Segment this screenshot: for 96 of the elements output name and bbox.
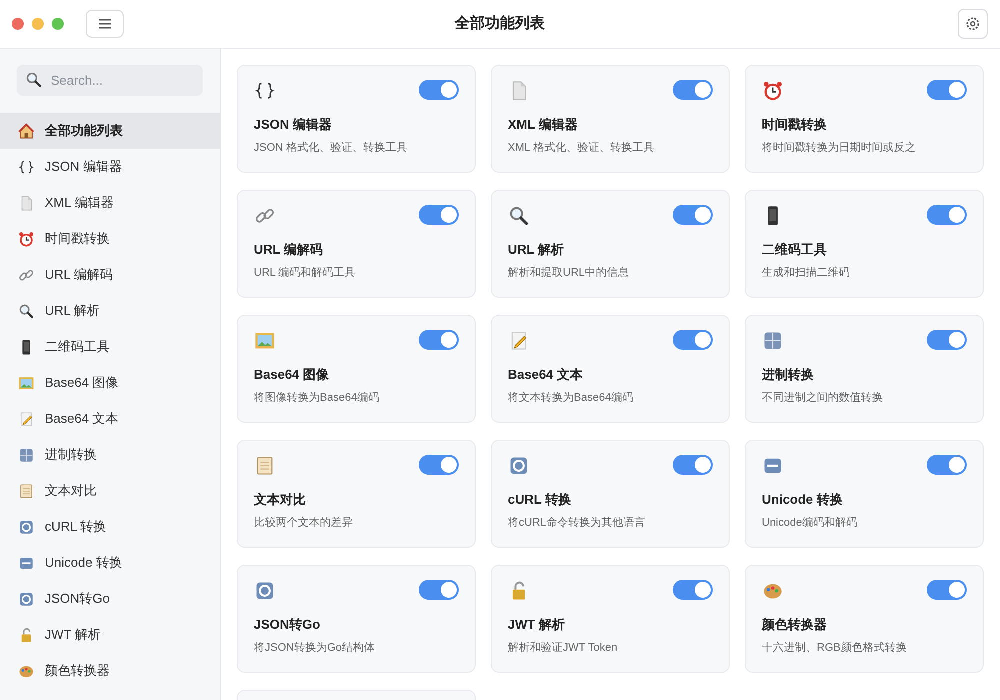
- memo-icon: [18, 410, 35, 428]
- card-description: XML 格式化、验证、转换工具: [508, 140, 656, 156]
- sidebar-item[interactable]: 文本对比: [0, 473, 220, 509]
- card-title: JSON 编辑器: [254, 116, 334, 134]
- sidebar-item[interactable]: URL 解析: [0, 293, 220, 329]
- toggle-switch[interactable]: [419, 205, 459, 225]
- sidebar-item[interactable]: JSON 编辑器: [0, 149, 220, 185]
- card-description: 将时间戳转换为日期时间或反之: [762, 140, 917, 156]
- tool-card[interactable]: 时间戳转换 将时间戳转换为日期时间或反之: [745, 65, 984, 173]
- close-button[interactable]: [12, 18, 24, 30]
- card-description: 不同进制之间的数值转换: [762, 390, 884, 406]
- search-icon: [508, 205, 530, 227]
- tool-card[interactable]: Base64 文本 将文本转换为Base64编码: [491, 315, 730, 423]
- card-title: URL 解析: [508, 241, 566, 259]
- toggle-switch[interactable]: [927, 580, 967, 600]
- card-description: 将JSON转换为Go结构体: [254, 640, 376, 656]
- sidebar-item[interactable]: 时间戳转换: [0, 221, 220, 257]
- card-title: cURL 转换: [508, 491, 572, 509]
- tool-card[interactable]: JWT 解析 解析和验证JWT Token: [491, 565, 730, 673]
- card-description: 比较两个文本的差异: [254, 516, 354, 530]
- sidebar-item[interactable]: Base64 文本: [0, 401, 220, 437]
- search-icon: [18, 302, 35, 320]
- sidebar-item[interactable]: 二维码工具: [0, 329, 220, 365]
- toggle-switch[interactable]: [927, 205, 967, 225]
- window-title: 全部功能列表: [455, 14, 545, 34]
- card-title: Base64 文本: [508, 366, 584, 384]
- card-title: XML 编辑器: [508, 116, 579, 134]
- picture-icon: [18, 374, 35, 392]
- toggle-switch[interactable]: [673, 80, 713, 100]
- braces-icon: [254, 80, 276, 102]
- alarm-clock-icon: [762, 80, 784, 102]
- card-title: 颜色转换器: [762, 616, 828, 634]
- tool-card[interactable]: 颜色转换器 十六进制、RGB颜色格式转换: [745, 565, 984, 673]
- tool-card[interactable]: URL 解析 解析和提取URL中的信息: [491, 190, 730, 298]
- sidebar-item[interactable]: Unicode 转换: [0, 545, 220, 581]
- sidebar-item[interactable]: cURL 转换: [0, 509, 220, 545]
- card-description: 将文本转换为Base64编码: [508, 390, 634, 406]
- sidebar-item[interactable]: JWT 解析: [0, 617, 220, 653]
- clipboard-icon: [18, 482, 35, 500]
- card-description: Unicode编码和解码: [762, 516, 858, 530]
- settings-button[interactable]: [958, 9, 988, 39]
- toggle-switch[interactable]: [419, 80, 459, 100]
- toggle-switch[interactable]: [673, 205, 713, 225]
- tool-card[interactable]: URL 编解码 URL 编码和解码工具: [237, 190, 476, 298]
- settings-icon: [965, 16, 981, 32]
- card-description: 将图像转换为Base64编码: [254, 390, 380, 406]
- tool-card[interactable]: Unicode 转换 Unicode编码和解码: [745, 440, 984, 548]
- tool-card[interactable]: Base64 图像 将图像转换为Base64编码: [237, 315, 476, 423]
- card-title: URL 编解码: [254, 241, 324, 259]
- toggle-switch[interactable]: [927, 455, 967, 475]
- toggle-switch[interactable]: [673, 330, 713, 350]
- search-field[interactable]: Search...: [17, 65, 203, 96]
- tool-card[interactable]: 进制转换 不同进制之间的数值转换: [745, 315, 984, 423]
- card-description: 解析和提取URL中的信息: [508, 266, 630, 280]
- card-title: JWT 解析: [508, 616, 566, 634]
- card-description: 将cURL命令转换为其他语言: [508, 516, 647, 530]
- minimize-button[interactable]: [32, 18, 44, 30]
- card-title: 文本对比: [254, 491, 307, 509]
- card-description: 解析和验证JWT Token: [508, 640, 619, 656]
- sidebar-item[interactable]: Base64 图像: [0, 365, 220, 401]
- tool-card[interactable]: 文本对比 比较两个文本的差异: [237, 440, 476, 548]
- search-icon: [25, 71, 43, 89]
- toggle-switch[interactable]: [673, 455, 713, 475]
- tool-card[interactable]: 二维码工具 生成和扫描二维码: [745, 190, 984, 298]
- house-icon: [18, 122, 35, 140]
- card-description: URL 编码和解码工具: [254, 266, 357, 280]
- card-title: 时间戳转换: [762, 116, 828, 134]
- tool-card[interactable]: cURL 转换 将cURL命令转换为其他语言: [491, 440, 730, 548]
- card-description: 生成和扫描二维码: [762, 266, 851, 280]
- sidebar-item[interactable]: JSON转Go: [0, 581, 220, 617]
- card-title: Base64 图像: [254, 366, 330, 384]
- zoom-button[interactable]: [52, 18, 64, 30]
- menu-icon: [98, 19, 112, 29]
- alarm-clock-icon: [18, 230, 35, 248]
- card-description: 十六进制、RGB颜色格式转换: [762, 640, 908, 656]
- tool-card[interactable]: JSON 编辑器 JSON 格式化、验证、转换工具: [237, 65, 476, 173]
- sidebar-item[interactable]: 全部功能列表: [0, 113, 220, 149]
- toggle-switch[interactable]: [419, 455, 459, 475]
- sidebar-item[interactable]: 颜色转换器: [0, 653, 220, 689]
- sidebar-item[interactable]: 进制转换: [0, 437, 220, 473]
- card-title: 二维码工具: [762, 241, 828, 259]
- toggle-switch[interactable]: [927, 330, 967, 350]
- card-title: JSON转Go: [254, 616, 322, 634]
- tool-card[interactable]: JSON转Go 将JSON转换为Go结构体: [237, 565, 476, 673]
- card-title: Unicode 转换: [762, 491, 844, 509]
- braces-icon: [18, 158, 35, 176]
- toggle-switch[interactable]: [419, 580, 459, 600]
- toggle-switch[interactable]: [927, 80, 967, 100]
- toggle-switch[interactable]: [419, 330, 459, 350]
- sidebar-item[interactable]: URL 编解码: [0, 257, 220, 293]
- toggle-switch[interactable]: [673, 580, 713, 600]
- sidebar-item[interactable]: XML 编辑器: [0, 185, 220, 221]
- tool-card[interactable]: XML 编辑器 XML 格式化、验证、转换工具: [491, 65, 730, 173]
- card-description: JSON 格式化、验证、转换工具: [254, 140, 408, 156]
- card-title: 进制转换: [762, 366, 815, 384]
- menu-button[interactable]: [86, 10, 124, 38]
